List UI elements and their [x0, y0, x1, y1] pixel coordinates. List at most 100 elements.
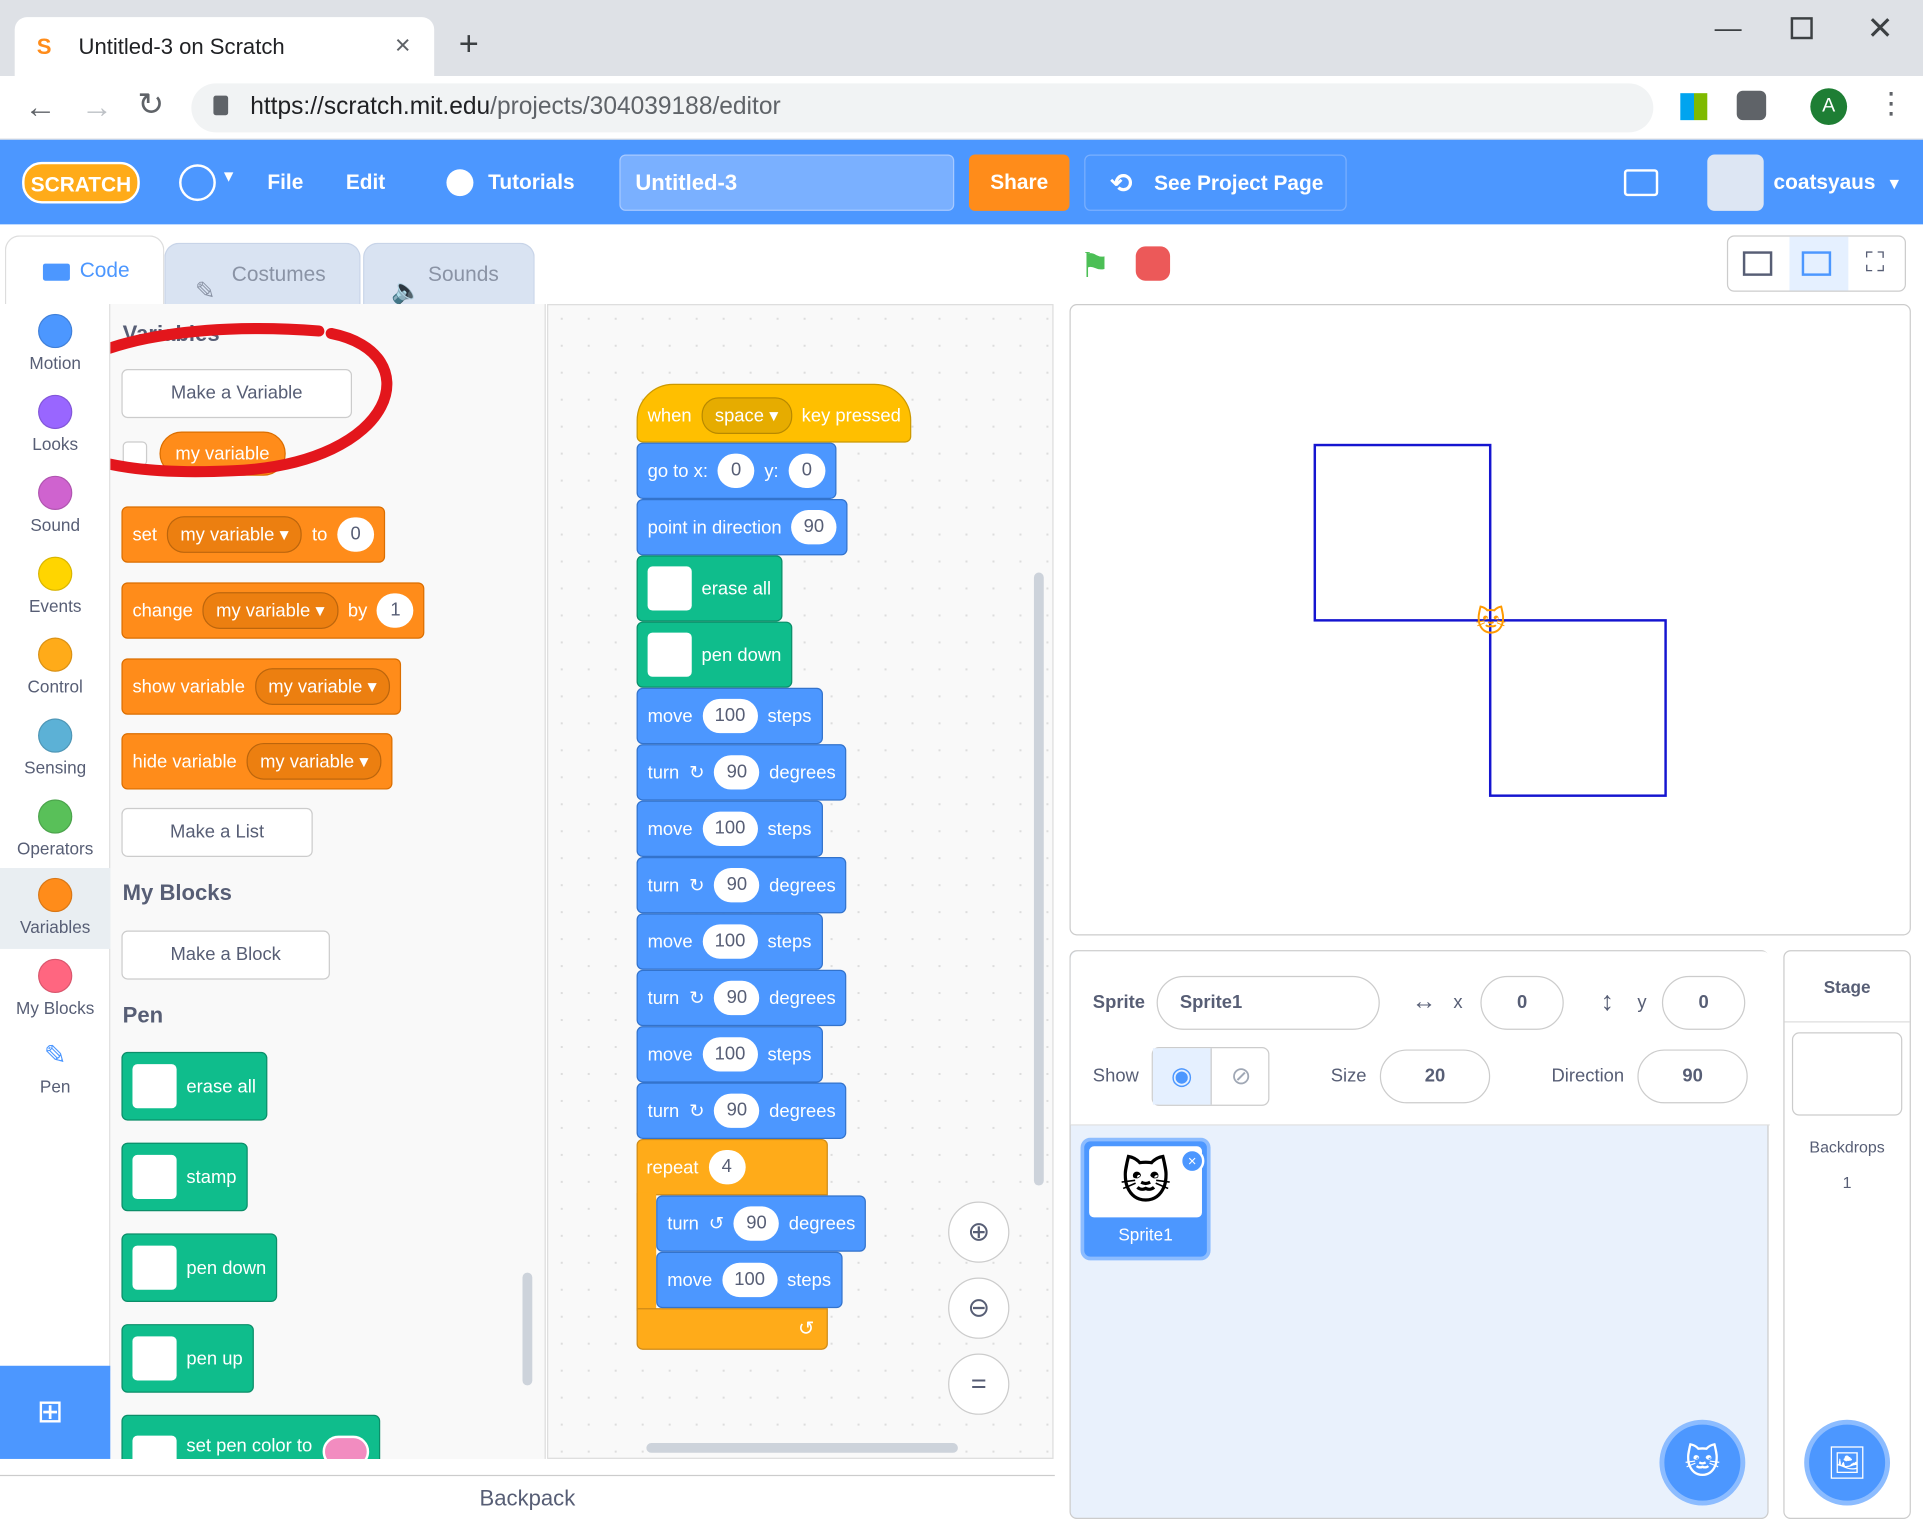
show-variable-dropdown[interactable]: my variable ▾ [254, 668, 391, 705]
category-control[interactable]: Control [0, 637, 110, 696]
make-block-button[interactable]: Make a Block [121, 930, 330, 980]
tab-code[interactable]: Code [4, 235, 165, 305]
minimize-icon[interactable]: — [1715, 12, 1742, 44]
category-variables[interactable]: Variables [0, 868, 111, 949]
hide-variable-block[interactable]: hide variable my variable ▾ [121, 733, 394, 790]
stage-selector[interactable]: Stage Backdrops 1 🖼 [1783, 950, 1911, 1519]
degrees-input[interactable]: 90 [714, 1093, 760, 1128]
key-dropdown[interactable]: space ▾ [701, 397, 792, 435]
eye-icon[interactable]: ◉ [1152, 1048, 1212, 1105]
turn-left-block[interactable]: turn ↺ 90 degrees [656, 1195, 867, 1252]
cat-sprite-icon[interactable]: 🐱 [1475, 604, 1506, 640]
file-menu[interactable]: File [267, 140, 303, 225]
erase-all-script-block[interactable]: ✎ erase all [636, 555, 783, 622]
degrees-input[interactable]: 90 [714, 755, 760, 790]
category-pen[interactable]: ✎ Pen [0, 1040, 110, 1096]
pen-up-block[interactable]: ✎ pen up [121, 1324, 254, 1393]
turn-right-block[interactable]: turn ↻ 90 degrees [636, 969, 847, 1027]
pen-down-script-block[interactable]: ✎ pen down [636, 621, 793, 688]
sprite-thumbnail[interactable]: 🐱 × Sprite1 [1080, 1137, 1211, 1261]
category-sensing[interactable]: Sensing [0, 718, 110, 777]
steps-input[interactable]: 100 [702, 924, 758, 959]
user-caret-icon[interactable]: ▼ [1886, 174, 1902, 192]
change-variable-dropdown[interactable]: my variable ▾ [202, 592, 339, 629]
category-looks[interactable]: Looks [0, 394, 110, 454]
size-input[interactable]: 20 [1379, 1049, 1491, 1104]
new-tab-icon[interactable]: + [459, 25, 479, 64]
pen-down-block[interactable]: ✎ pen down [121, 1233, 278, 1303]
reload-icon[interactable]: ↻ [137, 86, 164, 124]
degrees-input[interactable]: 90 [714, 980, 760, 1016]
set-variable-block[interactable]: set my variable ▾ to 0 [121, 506, 386, 563]
add-backdrop-icon[interactable]: 🖼 [1804, 1419, 1891, 1506]
goto-x-input[interactable]: 0 [717, 453, 755, 488]
steps-input[interactable]: 100 [702, 698, 758, 734]
script-area[interactable]: when space ▾ key pressed go to x: 0 y: 0 p… [547, 304, 1054, 1459]
add-sprite-cat-icon[interactable]: 🐱 [1659, 1419, 1746, 1506]
close-window-icon[interactable]: ✕ [1867, 10, 1894, 48]
move-block[interactable]: move 100 steps [656, 1251, 843, 1309]
sprite-name-input[interactable]: Sprite1 [1156, 975, 1380, 1030]
language-globe-icon[interactable] [179, 164, 216, 202]
change-value-input[interactable]: 1 [377, 593, 414, 628]
category-events[interactable]: Events [0, 556, 110, 615]
tutorials-bulb-icon[interactable] [446, 169, 474, 197]
see-project-page-button[interactable]: ⟲ See Project Page [1084, 154, 1347, 211]
hide-variable-dropdown[interactable]: my variable ▾ [246, 742, 383, 780]
tab-costumes[interactable]: ✎ Costumes [164, 242, 361, 305]
when-key-pressed-block[interactable]: when space ▾ key pressed [636, 383, 912, 443]
palette-scrollbar[interactable] [522, 1272, 533, 1386]
back-icon[interactable]: ← [25, 88, 57, 126]
zoom-out-button[interactable]: ⊖ [948, 1277, 1010, 1339]
degrees-input[interactable]: 90 [733, 1206, 779, 1241]
move-block[interactable]: move 100 steps [636, 687, 823, 745]
project-title-input[interactable]: Untitled-3 [619, 154, 955, 211]
category-sound[interactable]: Sound [0, 475, 110, 535]
erase-all-block[interactable]: ✎ erase all [121, 1051, 268, 1121]
steps-input[interactable]: 100 [702, 811, 758, 846]
username-menu[interactable]: coatsyaus [1774, 140, 1876, 225]
tutorials-menu[interactable]: Tutorials [488, 140, 575, 225]
forward-icon[interactable]: → [81, 88, 113, 126]
category-motion[interactable]: Motion [0, 313, 110, 373]
x-input[interactable]: 0 [1480, 975, 1564, 1030]
change-variable-block[interactable]: change my variable ▾ by 1 [121, 582, 425, 639]
turn-right-block[interactable]: turn ↻ 90 degrees [636, 1082, 847, 1139]
small-stage-icon[interactable] [1742, 251, 1773, 276]
direction-input[interactable]: 90 [791, 510, 837, 545]
browser-menu-icon[interactable]: ⋮ [1877, 86, 1906, 122]
turn-right-block[interactable]: turn ↻ 90 degrees [636, 856, 847, 914]
profile-avatar[interactable]: A [1810, 88, 1848, 126]
goto-xy-block[interactable]: go to x: 0 y: 0 [636, 442, 837, 499]
windows-extension-icon[interactable] [1680, 93, 1708, 121]
degrees-input[interactable]: 90 [714, 868, 760, 903]
move-block[interactable]: move 100 steps [636, 913, 823, 970]
repeat-count-input[interactable]: 4 [708, 1149, 746, 1185]
backpack-bar[interactable]: Backpack [0, 1474, 1055, 1519]
zoom-in-button[interactable]: ⊕ [948, 1201, 1010, 1263]
y-input[interactable]: 0 [1661, 975, 1746, 1030]
goto-y-input[interactable]: 0 [788, 453, 826, 488]
pen-color-swatch[interactable] [322, 1435, 369, 1459]
stage-thumbnail[interactable] [1791, 1032, 1903, 1116]
eye-hidden-icon[interactable]: ⊘ [1212, 1048, 1271, 1104]
direction-input[interactable]: 90 [1637, 1049, 1748, 1104]
move-block[interactable]: move 100 steps [636, 1026, 823, 1083]
set-value-input[interactable]: 0 [337, 517, 375, 552]
turn-right-block[interactable]: turn ↻ 90 degrees [636, 744, 847, 801]
green-flag-icon[interactable]: ⚑ [1079, 245, 1110, 285]
delete-sprite-icon[interactable]: × [1179, 1148, 1205, 1174]
script-h-scrollbar[interactable] [646, 1443, 958, 1453]
stamp-block[interactable]: ✎ stamp [121, 1142, 248, 1212]
fullscreen-icon[interactable]: ⛶ [1866, 246, 1885, 278]
make-list-button[interactable]: Make a List [121, 807, 313, 857]
script-v-scrollbar[interactable] [1033, 572, 1044, 1186]
download-extension-icon[interactable] [1736, 90, 1767, 121]
user-avatar[interactable] [1707, 154, 1764, 211]
address-bar[interactable]: https://scratch.mit.edu/projects/3040391… [191, 83, 1654, 133]
my-stuff-folder-icon[interactable] [1623, 169, 1659, 197]
steps-input[interactable]: 100 [702, 1037, 758, 1072]
set-pen-color-block[interactable]: ✎ set pen color to [121, 1414, 380, 1459]
language-caret-icon[interactable]: ▼ [221, 167, 237, 185]
share-button[interactable]: Share [968, 154, 1070, 211]
